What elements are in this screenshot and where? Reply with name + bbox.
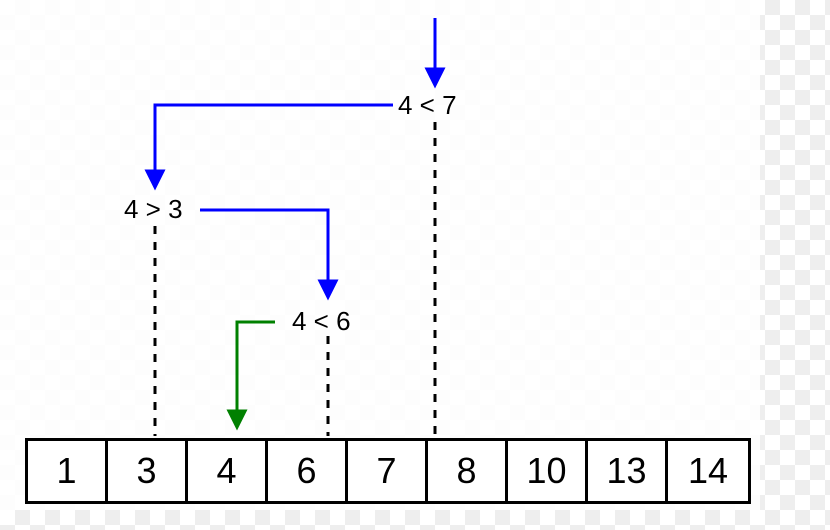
array-cell: 10 <box>508 441 588 501</box>
arrow-step1-to-step2 <box>155 105 393 180</box>
array-cell: 3 <box>108 441 188 501</box>
array-cell: 4 <box>188 441 268 501</box>
array-cell: 6 <box>268 441 348 501</box>
comparison-step3: 4 < 6 <box>292 306 351 337</box>
arrow-step2-to-step3 <box>200 210 328 290</box>
array-cell: 1 <box>28 441 108 501</box>
sorted-array: 1 3 4 6 7 8 10 13 14 <box>25 438 751 504</box>
array-cell: 14 <box>668 441 748 501</box>
result-arrow <box>237 322 275 420</box>
array-cell: 8 <box>428 441 508 501</box>
array-cell: 7 <box>348 441 428 501</box>
comparison-step2: 4 > 3 <box>124 194 183 225</box>
array-cell: 13 <box>588 441 668 501</box>
comparison-step1: 4 < 7 <box>398 90 457 121</box>
